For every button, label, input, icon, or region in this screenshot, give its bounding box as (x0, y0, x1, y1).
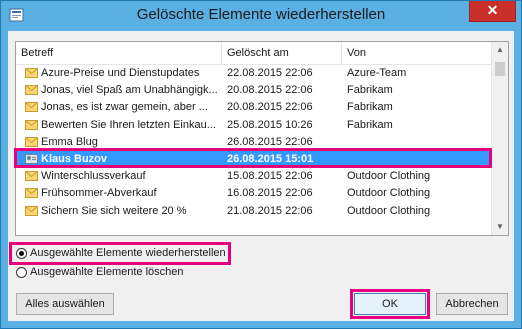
row-deleted-date: 15.08.2015 22:06 (227, 170, 313, 183)
row-sender: Fabrikam (347, 118, 393, 131)
scroll-down-arrow-icon[interactable]: ▼ (492, 219, 508, 235)
row-subject: Sichern Sie sich weitere 20 % (41, 204, 187, 217)
row-deleted-date: 21.08.2015 22:06 (227, 204, 313, 217)
table-row[interactable]: Frühsommer-Abverkauf 16.08.2015 22:06 Outd… (16, 185, 492, 202)
deleted-items-list[interactable]: Betreff Gelöscht am Von Azure-Preise und… (15, 41, 509, 236)
close-button[interactable]: ✕ (469, 1, 516, 22)
row-subject: Jonas, viel Spaß am Unabhängigk... (41, 84, 218, 97)
vertical-scrollbar[interactable]: ▲ ▼ (491, 42, 508, 235)
column-header-deleted[interactable]: Gelöscht am (222, 42, 342, 64)
row-subject: Jonas, es ist zwar gemein, aber ... (41, 101, 208, 114)
row-deleted-date: 20.08.2015 22:06 (227, 101, 313, 114)
row-sender: Outdoor Clothing (347, 170, 431, 183)
row-subject: Bewerten Sie Ihren letzten Einkau... (41, 118, 216, 131)
row-deleted-date: 20.08.2015 22:06 (227, 84, 313, 97)
row-deleted-date: 22.08.2015 22:06 (227, 67, 313, 79)
table-row[interactable]: Azure-Preise und Dienstupdates 22.08.2015… (16, 65, 492, 82)
table-row[interactable]: Sichern Sie sich weitere 20 % 21.08.2015 … (16, 203, 492, 220)
scroll-thumb[interactable] (495, 62, 505, 76)
table-row[interactable]: Jonas, viel Spaß am Unabhängigk... 20.08.… (16, 82, 492, 99)
ok-button-highlight (350, 289, 430, 319)
row-sender: Fabrikam (347, 84, 393, 97)
delete-radio[interactable] (16, 267, 27, 278)
table-row[interactable]: Winterschlussverkauf 15.08.2015 22:06 Outd… (16, 168, 492, 185)
row-sender: Outdoor Clothing (347, 204, 431, 217)
title-bar[interactable]: Gelöschte Elemente wiederherstellen ✕ (1, 1, 521, 31)
row-deleted-date: 25.08.2015 10:26 (227, 118, 313, 131)
row-sender: Azure-Team (347, 67, 407, 79)
scroll-up-arrow-icon[interactable]: ▲ (492, 42, 508, 58)
close-icon: ✕ (486, 2, 499, 18)
dialog-body: Betreff Gelöscht am Von Azure-Preise und… (8, 31, 514, 321)
list-header: Betreff Gelöscht am Von (16, 42, 492, 65)
row-subject: Winterschlussverkauf (41, 170, 146, 183)
row-deleted-date: 16.08.2015 22:06 (227, 187, 313, 200)
column-header-from[interactable]: Von (342, 42, 492, 64)
dialog-window: Gelöschte Elemente wiederherstellen ✕ Be… (0, 0, 522, 329)
row-sender: Fabrikam (347, 101, 393, 114)
row-sender: Outdoor Clothing (347, 187, 431, 200)
delete-option[interactable]: Ausgewählte Elemente löschen (16, 265, 216, 281)
row-subject: Frühsommer-Abverkauf (41, 187, 157, 200)
column-header-subject[interactable]: Betreff (16, 42, 222, 64)
row-subject: Azure-Preise und Dienstupdates (41, 67, 200, 79)
cancel-button[interactable]: Abbrechen (436, 293, 508, 315)
select-all-button[interactable]: Alles auswählen (16, 293, 114, 315)
delete-option-label: Ausgewählte Elemente löschen (30, 266, 184, 278)
table-row[interactable]: Jonas, es ist zwar gemein, aber ... 20.08… (16, 99, 492, 116)
selected-row-highlight (14, 148, 492, 168)
table-row[interactable]: Bewerten Sie Ihren letzten Einkau... 25.0… (16, 117, 492, 134)
restore-option-highlight (9, 242, 231, 265)
window-title: Gelöschte Elemente wiederherstellen (136, 6, 386, 23)
